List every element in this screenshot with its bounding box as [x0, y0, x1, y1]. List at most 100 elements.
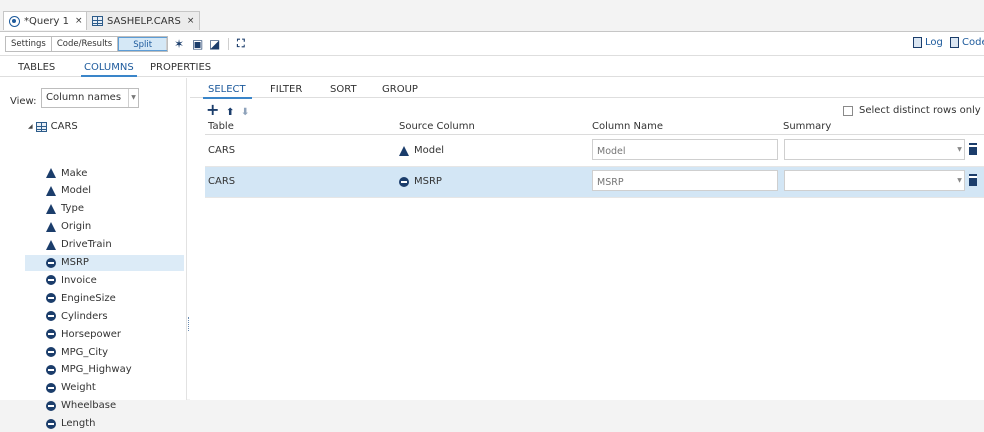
select-tabs: SELECT FILTER SORT GROUP: [190, 78, 984, 99]
settings-button[interactable]: Settings: [6, 37, 52, 51]
expand-icon: ◢: [28, 123, 33, 130]
chevron-down-icon: ▼: [957, 146, 962, 153]
code-label: Code: [962, 37, 984, 48]
run-icon[interactable]: ✶: [174, 37, 184, 51]
header-table: Table: [208, 121, 234, 132]
delete-icon[interactable]: [969, 176, 977, 186]
character-column-icon: [46, 168, 56, 178]
cell-source-column: Model: [399, 145, 444, 156]
numeric-column-icon: [46, 347, 56, 357]
header-summary: Summary: [783, 121, 832, 132]
tab-filter[interactable]: FILTER: [270, 84, 302, 95]
add-column-icon[interactable]: +: [206, 102, 219, 118]
numeric-column-icon: [46, 311, 56, 322]
tree-item-type[interactable]: Type: [25, 201, 184, 217]
code-button[interactable]: Code: [950, 37, 984, 48]
numeric-column-icon: [46, 275, 56, 286]
columns-panel: View: Column names ▼ ◢ CARS Make Model Typ…: [0, 78, 187, 429]
column-name-input[interactable]: [592, 170, 778, 191]
character-column-icon: [399, 145, 409, 156]
tree-item-invoice[interactable]: Invoice: [25, 272, 184, 288]
table-icon: [92, 16, 103, 26]
character-column-icon: [46, 203, 56, 214]
tree-item-label: Origin: [61, 221, 92, 233]
tree-item-origin[interactable]: Origin: [25, 219, 184, 235]
tree-item-label: MSRP: [61, 257, 89, 268]
chevron-down-icon: ▼: [128, 89, 138, 107]
column-name-input[interactable]: [592, 139, 778, 160]
tree-item-wheelbase[interactable]: Wheelbase: [25, 398, 184, 414]
move-down-icon[interactable]: ⬇: [241, 106, 249, 120]
log-button[interactable]: Log: [913, 37, 943, 48]
tree-item-label: Model: [61, 185, 92, 197]
document-tab-bar: *Query 1 × SASHELP.CARS ×: [0, 0, 984, 31]
close-icon[interactable]: ×: [187, 16, 195, 26]
tab-select[interactable]: SELECT: [203, 84, 252, 99]
tab-sort[interactable]: SORT: [330, 84, 357, 95]
cell-table: CARS: [208, 145, 236, 156]
chevron-down-icon: ▼: [957, 177, 962, 184]
log-label: Log: [925, 37, 943, 48]
character-column-icon: [46, 221, 56, 232]
tree-item-label: MPG_Highway: [61, 364, 132, 376]
numeric-column-icon: [399, 176, 409, 187]
tree-item-label: Horsepower: [61, 328, 122, 340]
cell-table: CARS: [208, 176, 236, 187]
source-column-label: MSRP: [414, 176, 442, 187]
tree-root-cars[interactable]: ◢ CARS: [28, 121, 78, 132]
tree-item-enginesize[interactable]: EngineSize: [25, 290, 184, 306]
tree-item-make[interactable]: Make: [25, 165, 184, 181]
numeric-column-icon: [46, 364, 56, 375]
table-row[interactable]: CARS MSRP ▼: [205, 167, 984, 198]
summary-select[interactable]: ▼: [784, 139, 965, 160]
tree-item-model[interactable]: Model: [25, 183, 184, 199]
table-row[interactable]: CARS Model ▼: [205, 136, 984, 167]
distinct-rows-option[interactable]: Select distinct rows only: [843, 105, 981, 116]
delete-icon[interactable]: [969, 145, 977, 155]
move-up-icon[interactable]: ⬆: [226, 106, 234, 120]
table-icon: [35, 121, 47, 132]
tree-item-horsepower[interactable]: Horsepower: [25, 326, 184, 342]
tab-sashelp-cars[interactable]: SASHELP.CARS ×: [86, 11, 201, 30]
maximize-icon[interactable]: ⛶: [237, 37, 245, 51]
tree-item-mpg-highway[interactable]: MPG_Highway: [25, 362, 184, 378]
character-column-icon: [46, 185, 56, 196]
tree-item-label: Cylinders: [61, 310, 108, 322]
code-results-button[interactable]: Code/Results: [52, 37, 119, 51]
tab-properties[interactable]: PROPERTIES: [150, 62, 211, 73]
numeric-column-icon: [46, 418, 56, 429]
numeric-column-icon: [46, 329, 56, 340]
tree-item-drivetrain[interactable]: DriveTrain: [25, 237, 184, 253]
query-tabs: TABLES COLUMNS PROPERTIES: [0, 57, 984, 77]
tab-columns[interactable]: COLUMNS: [81, 62, 137, 77]
tab-query-1[interactable]: *Query 1 ×: [3, 11, 89, 30]
save-icon[interactable]: ▣: [192, 37, 203, 51]
tab-label: *Query 1: [24, 15, 69, 27]
tree-item-mpg-city[interactable]: MPG_City: [25, 344, 184, 360]
tree-item-label: Type: [61, 203, 84, 215]
save-as-icon[interactable]: ◪: [209, 37, 220, 51]
tree-item-msrp[interactable]: MSRP: [25, 254, 184, 271]
numeric-column-icon: [46, 293, 56, 304]
tree-item-length[interactable]: Length: [25, 416, 184, 432]
distinct-rows-label: Select distinct rows only: [859, 105, 981, 116]
tab-group[interactable]: GROUP: [382, 84, 418, 95]
toolbar-divider: [228, 38, 229, 50]
numeric-column-icon: [46, 257, 56, 268]
distinct-rows-checkbox[interactable]: [843, 105, 853, 116]
view-label: View:: [10, 96, 37, 107]
close-icon[interactable]: ×: [75, 16, 83, 26]
query-icon: [9, 15, 20, 27]
table-header: Table Source Column Column Name Summary: [205, 121, 984, 135]
tree-item-label: Length: [61, 418, 96, 430]
view-select[interactable]: Column names ▼: [41, 88, 139, 108]
summary-select[interactable]: ▼: [784, 170, 965, 191]
tree-item-weight[interactable]: Weight: [25, 380, 184, 396]
view-mode-switch: Settings Code/Results Split: [5, 36, 169, 52]
tree-item-label: Weight: [61, 382, 96, 394]
tree-item-label: MPG_City: [61, 346, 109, 358]
split-button[interactable]: Split: [118, 37, 168, 51]
tab-tables[interactable]: TABLES: [18, 62, 55, 73]
tree-item-cylinders[interactable]: Cylinders: [25, 308, 184, 324]
tree-item-label: Invoice: [61, 274, 97, 286]
